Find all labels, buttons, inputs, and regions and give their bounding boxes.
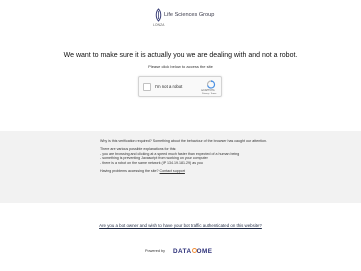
brand-logo: Life Sciences Group LONZA <box>150 8 215 30</box>
datadome-logo[interactable]: DATA OME <box>173 248 212 255</box>
recaptcha-icon <box>206 80 216 89</box>
page-headline: We want to make sure it is actually you … <box>63 52 298 59</box>
recaptcha-privacy-terms[interactable]: Privacy - Terms <box>202 93 216 95</box>
info-question: Why is this verification required? Somet… <box>100 139 268 143</box>
recaptcha-label: I'm not a robot <box>155 84 183 89</box>
info-panel: Why is this verification required? Somet… <box>0 131 361 203</box>
info-problems-text: Having problems accessing the site? <box>100 169 159 174</box>
brand-sub: LONZA <box>153 23 165 27</box>
brand-mark-icon <box>155 8 162 22</box>
powered-by-label: Powered by <box>145 249 166 253</box>
datadome-logo-left: DATA <box>173 248 192 255</box>
bot-owner-link[interactable]: Are you a bot owner and wish to have you… <box>0 223 361 228</box>
page-instruction: Please click below to access the site <box>148 64 213 69</box>
recaptcha-widget: I'm not a robot reCAPTCHA Privacy - Term… <box>138 76 222 97</box>
recaptcha-checkbox[interactable] <box>143 83 151 91</box>
brand-name: Life Sciences Group <box>164 12 215 18</box>
info-text: Why is this verification required? Somet… <box>100 139 270 173</box>
info-problems: Having problems accessing the site? Cont… <box>100 169 270 173</box>
datadome-logo-right: OME <box>196 248 213 255</box>
contact-support-link[interactable]: Contact support <box>160 169 185 173</box>
